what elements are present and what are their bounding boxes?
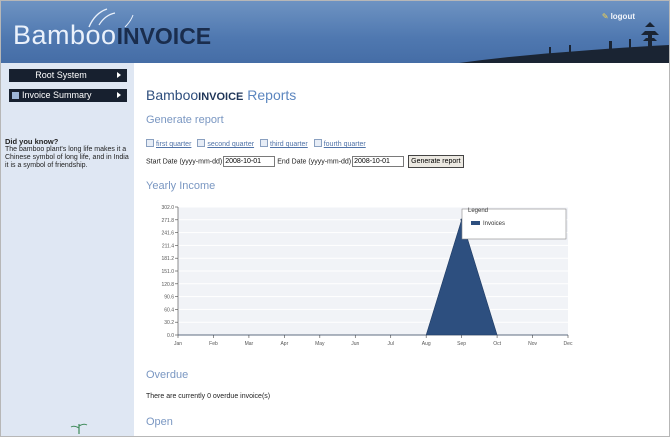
legend-entry: Invoices [483,221,505,227]
x-tick-label: Aug [422,341,431,347]
brand-logo[interactable]: BambooINVOICE [13,20,211,51]
title-brand-bold: INVOICE [198,91,244,103]
legend-swatch [471,221,480,225]
calendar-icon [146,139,154,147]
x-tick-label: Jun [351,341,359,347]
did-you-know-text: The bamboo plant's long life makes it a … [5,146,129,169]
x-tick-label: Dec [564,341,573,347]
overdue-text: There are currently 0 overdue invoice(s) [146,393,271,400]
sidebar-item-invoice-summary[interactable]: Invoice Summary [9,89,127,102]
x-tick-label: Apr [280,341,288,347]
did-you-know-title: Did you know? [5,137,59,146]
arrow-right-icon [117,92,121,98]
square-icon [12,92,19,99]
calendar-icon [197,139,206,147]
y-tick-label: 90.6 [164,295,174,301]
generate-report-heading: Generate report [146,114,224,126]
title-rest: Reports [243,87,297,103]
generate-report-button[interactable]: Generate report [408,155,464,168]
sidebar-item-root-system[interactable]: Root System [9,69,127,82]
y-tick-label: 30.2 [164,320,174,326]
start-date-label: Start Date (yyyy-mm-dd) [146,158,223,166]
fourth-quarter-link[interactable]: fourth quarter [324,141,366,148]
x-tick-label: May [315,341,325,347]
overdue-heading: Overdue [146,369,189,381]
sidebar: Root System Invoice Summary Did you know… [1,63,134,436]
x-tick-label: Sep [457,341,466,347]
legend-title: Legend [468,208,488,214]
second-quarter-link[interactable]: second quarter [207,141,254,148]
y-tick-label: 0.0 [167,333,174,339]
y-tick-label: 60.4 [164,307,174,313]
sidebar-item-label: Invoice Summary [22,90,92,100]
yearly-income-chart: 0.0 30.2 60.4 90.6 120.8 151.0 181.2 211.4 241.6… [161,205,573,347]
pagoda-skyline-icon [459,22,669,63]
brand-bold: INVOICE [116,23,212,49]
page-title: BambooINVOICE Reports [146,87,296,103]
date-range-form: Start Date (yyyy-mm-dd) End Date (yyyy-mm… [146,155,464,168]
logout-label: logout [610,12,635,21]
sidebar-item-label: Root System [35,70,87,80]
first-quarter-link[interactable]: first quarter [156,141,191,148]
y-tick-label: 271.8 [161,218,174,224]
end-date-input[interactable] [352,156,405,167]
main-content: BambooINVOICE Reports Generate report fi… [134,63,669,436]
open-heading: Open [146,416,173,428]
x-tick-label: Jan [174,341,182,347]
bamboo-sprout-icon [70,423,88,434]
third-quarter-link[interactable]: third quarter [270,141,308,148]
key-icon: ✎ [601,12,609,21]
calendar-icon [313,139,322,147]
start-date-input[interactable] [223,156,276,167]
end-date-label: End Date (yyyy-mm-dd) [277,158,352,166]
y-tick-label: 211.4 [162,243,174,249]
x-tick-label: Mar [245,341,254,347]
quarter-links: first quarter second quarter third quart… [146,139,370,148]
yearly-income-heading: Yearly Income [146,180,216,192]
app-window: BambooINVOICE ✎ logout Root System Invoic… [0,0,670,437]
header: BambooINVOICE ✎ logout [1,1,669,63]
x-tick-label: Oct [493,341,501,347]
y-tick-label: 120.8 [161,282,174,288]
x-tick-label: Nov [528,341,537,347]
title-brand-light: Bamboo [146,87,199,103]
y-tick-label: 302.0 [161,205,174,211]
y-tick-label: 151.0 [161,269,174,275]
x-tick-label: Feb [209,341,218,347]
did-you-know-box: Did you know? The bamboo plant's long li… [5,138,131,170]
brand-light: Bamboo [13,20,117,50]
y-tick-label: 181.2 [161,256,174,262]
logout-link[interactable]: ✎ logout [602,12,635,21]
calendar-icon [260,139,269,147]
y-tick-label: 241.6 [161,231,174,237]
arrow-right-icon [117,72,121,78]
x-tick-label: Jul [388,341,394,347]
